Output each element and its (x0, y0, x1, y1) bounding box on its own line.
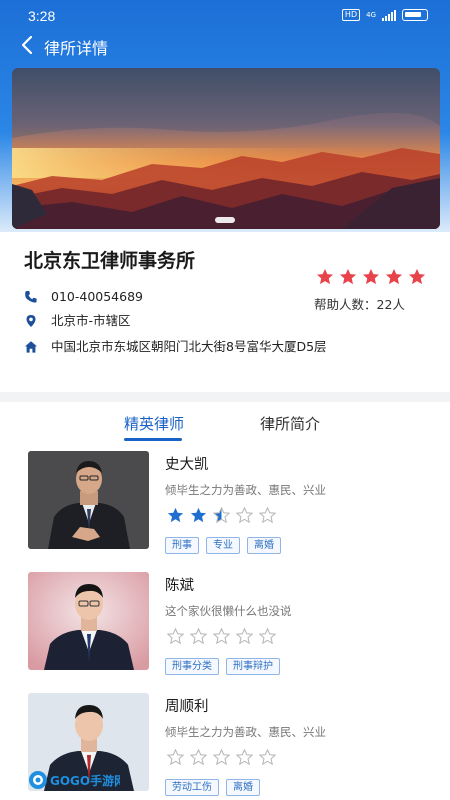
star-icon (408, 268, 426, 285)
tag: 离婚 (247, 537, 281, 554)
lawyer-photo (28, 572, 149, 670)
tag: 刑事 (165, 537, 199, 554)
hd-badge-icon: HD (341, 9, 361, 21)
watermark-text: GOGO手游网 (50, 773, 120, 788)
area-row: 北京市-市辖区 (24, 312, 131, 329)
lawyer-tags: 刑事 专业 离婚 (165, 537, 281, 554)
star-icon (385, 268, 403, 285)
home-icon (25, 341, 37, 353)
star-icon (213, 749, 230, 765)
lawyer-item[interactable]: 史大凯 倾毕生之力为善政、惠民、兴业 刑事 专业 离婚 (28, 451, 428, 554)
location-pin-icon (26, 315, 36, 327)
firm-name: 北京东卫律师事务所 (24, 250, 196, 272)
status-time: 3:28 (28, 8, 56, 24)
lawyer-item[interactable]: 陈斌 这个家伙很懒什么也没说 刑事分类 刑事辩护 (28, 572, 428, 675)
active-tab-indicator (124, 438, 182, 441)
tag: 刑事辩护 (226, 658, 280, 675)
star-icon (236, 507, 253, 523)
lawyer-section: 精英律师 律所简介 史大凯 倾毕生之力为善政、惠民、兴业 刑事 专业 离婚 陈斌… (0, 402, 450, 800)
lawyer-tags: 劳动工伤 离婚 (165, 779, 260, 796)
tab-elite-lawyers[interactable]: 精英律师 (124, 413, 184, 434)
banner-carousel[interactable] (12, 68, 440, 229)
star-icon (259, 507, 276, 523)
network-type-label: 4G (366, 11, 376, 19)
lawyer-desc: 这个家伙很懒什么也没说 (165, 604, 292, 618)
lawyer-name: 周顺利 (165, 699, 209, 715)
star-icon (190, 507, 207, 523)
star-icon (190, 628, 207, 644)
star-icon (190, 749, 207, 765)
lawyer-rating-stars (167, 507, 276, 523)
lawyer-desc: 倾毕生之力为善政、惠民、兴业 (165, 725, 326, 739)
phone-row[interactable]: 010-40054689 (24, 288, 143, 305)
lawyer-name: 陈斌 (165, 578, 194, 594)
lawyer-photo (28, 451, 149, 549)
star-icon (213, 507, 230, 523)
banner-image (12, 68, 440, 229)
battery-icon (402, 9, 428, 21)
star-icon (167, 628, 184, 644)
address-text: 中国北京市东城区朝阳门北大街8号富华大厦D5层 (51, 339, 327, 354)
star-icon (339, 268, 357, 285)
tag: 劳动工伤 (165, 779, 219, 796)
watermark-logo: GOGO手游网 (29, 771, 120, 789)
star-icon (236, 628, 253, 644)
chevron-left-icon[interactable] (18, 34, 38, 56)
lawyer-desc: 倾毕生之力为善政、惠民、兴业 (165, 483, 326, 497)
top-nav: 律所详情 (0, 32, 450, 58)
lawyer-rating-stars (167, 628, 276, 644)
star-icon (167, 507, 184, 523)
lawyer-tags: 刑事分类 刑事辩护 (165, 658, 280, 675)
signal-icon (382, 9, 396, 21)
star-icon (213, 628, 230, 644)
status-icons: HD 4G (341, 9, 428, 21)
star-icon (259, 749, 276, 765)
phone-icon (25, 291, 37, 303)
star-icon (259, 628, 276, 644)
phone-number: 010-40054689 (51, 289, 143, 304)
firm-info-card: 北京东卫律师事务所 帮助人数：22人 010-40054689 北京市-市辖区 … (0, 232, 450, 392)
carousel-indicator[interactable] (215, 217, 235, 223)
star-icon (167, 749, 184, 765)
tag: 专业 (206, 537, 240, 554)
status-bar: 3:28 HD 4G (0, 0, 450, 32)
star-icon (236, 749, 253, 765)
address-row: 中国北京市东城区朝阳门北大街8号富华大厦D5层 (24, 338, 344, 355)
tab-bar: 精英律师 律所简介 (0, 402, 450, 444)
tag: 离婚 (226, 779, 260, 796)
page-title: 律所详情 (44, 39, 109, 58)
star-icon (316, 268, 334, 285)
area-text: 北京市-市辖区 (51, 313, 131, 328)
tag: 刑事分类 (165, 658, 219, 675)
tab-firm-intro[interactable]: 律所简介 (260, 413, 320, 434)
help-count: 帮助人数：22人 (314, 297, 405, 312)
star-icon (362, 268, 380, 285)
lawyer-rating-stars (167, 749, 276, 765)
firm-rating-stars (316, 268, 426, 285)
lawyer-name: 史大凯 (165, 457, 209, 473)
